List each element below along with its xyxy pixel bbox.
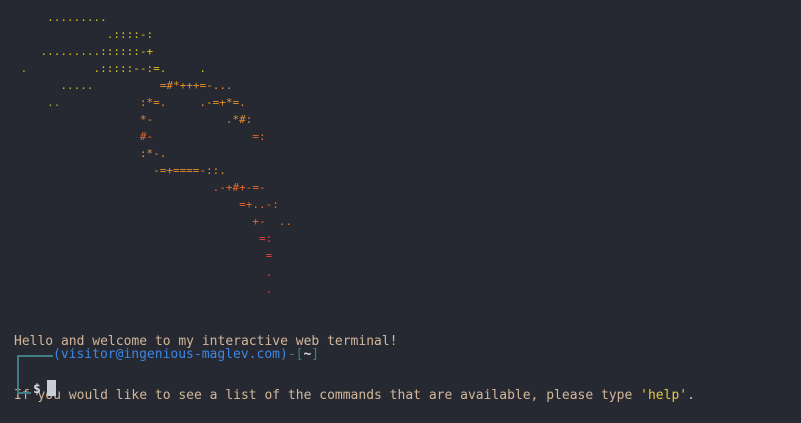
ascii-art-line: +- .. [14, 213, 292, 230]
ascii-art-line: . .:::::--:=. . [14, 60, 292, 77]
help-command-highlight: 'help' [640, 388, 688, 403]
ascii-art-segment: :*-. [14, 147, 167, 160]
ascii-art-line: *- .*#: [14, 111, 292, 128]
prompt-input-line[interactable]: $ [33, 380, 56, 398]
prompt-separator: -[ [287, 347, 304, 362]
ascii-art-line: . [14, 281, 292, 298]
ascii-art-line: =: [14, 230, 292, 247]
ascii-art-line: .-+#+-=- [14, 179, 292, 196]
ascii-art-segment: -=+====-::. [14, 164, 226, 177]
ascii-art-segment: *- .*#: [14, 113, 253, 126]
prompt-close-bracket: ] [311, 347, 320, 362]
text-cursor [46, 380, 56, 396]
prompt-user-host: (visitor@ingenious-maglev.com) [53, 347, 288, 362]
ascii-art-segment: ......... [14, 11, 107, 24]
ascii-art-segment: =: [14, 232, 273, 245]
ascii-art-segment: +- .. [14, 215, 293, 228]
prompt-header: (visitor@ingenious-maglev.com)-[~] [17, 346, 319, 364]
ascii-art-line: :*-. [14, 145, 292, 162]
ascii-art-segment: . [14, 62, 28, 75]
ascii-art-segment: ..... [14, 79, 94, 92]
ascii-art-segment: =+..-: [14, 198, 279, 211]
ascii-art-segment: .-+#+-=- [14, 181, 266, 194]
ascii-art-line: .::::-: [14, 26, 292, 43]
ascii-art-segment: . [14, 283, 273, 296]
ascii-art-segment: .:::::--:=. . [27, 62, 207, 75]
welcome-line-2-text: If you would like to see a list of the c… [14, 388, 641, 403]
prompt-frame-bottom [17, 392, 31, 394]
ascii-art-line: = [14, 247, 292, 264]
ascii-art-line: . [14, 264, 292, 281]
ascii-art-line: =+..-: [14, 196, 292, 213]
ascii-art-line: -=+====-::. [14, 162, 292, 179]
ascii-art-segment: .........::::::-+ [14, 45, 154, 58]
ascii-art-segment: .. [14, 96, 61, 109]
ascii-art-line: ......... [14, 9, 292, 26]
ascii-art-segment: =#*+++=-... [93, 79, 233, 92]
ascii-art-segment: :*=. .-=+*=. [60, 96, 246, 109]
ascii-art-segment: = [14, 249, 273, 262]
ascii-art-line: ..... =#*+++=-... [14, 77, 292, 94]
prompt-symbol: $ [33, 382, 41, 397]
ascii-art-segment: . [14, 266, 273, 279]
ascii-art-logo: ......... .::::-: .........::::::-+ . .:… [14, 9, 293, 298]
ascii-art-line: #- =: [14, 128, 292, 145]
welcome-line-2: If you would like to see a list of the c… [14, 387, 695, 405]
ascii-art-segment: .::::-: [14, 28, 154, 41]
welcome-line-2-end: . [687, 388, 695, 403]
terminal-window[interactable]: ......... .::::-: .........::::::-+ . .:… [0, 0, 801, 423]
ascii-art-line: .........::::::-+ [14, 43, 292, 60]
ascii-art-segment: #- =: [14, 130, 266, 143]
ascii-art-line: .. :*=. .-=+*=. [14, 94, 292, 111]
